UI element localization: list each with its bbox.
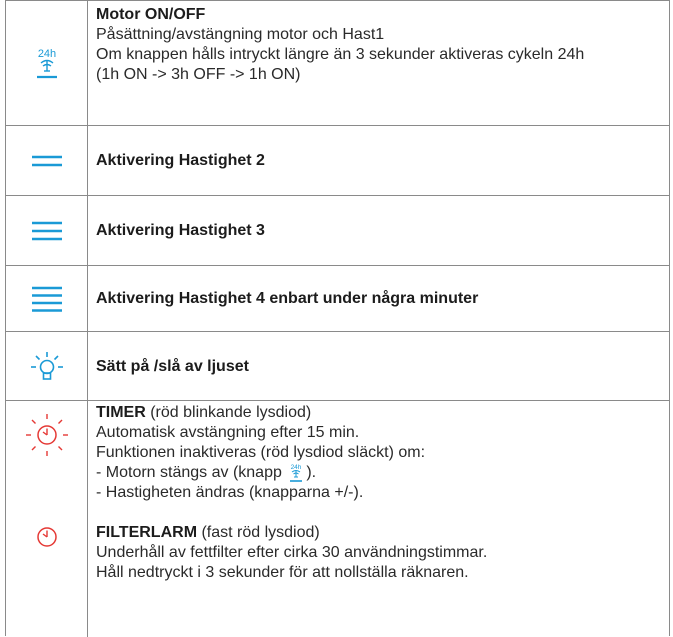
row-title: Aktivering Hastighet 3 bbox=[96, 222, 265, 239]
text-line: Automatisk avstängning efter 15 min. bbox=[96, 424, 360, 441]
table-row-speed-3: Aktivering Hastighet 3 bbox=[6, 195, 669, 266]
timer-heading: TIMER (röd blinkande lysdiod) bbox=[96, 403, 665, 423]
text-line: Håll nedtryckt i 3 sekunder för att noll… bbox=[96, 564, 469, 581]
timer-title: TIMER bbox=[96, 404, 146, 421]
filter-heading: FILTERLARM (fast röd lysdiod) bbox=[96, 523, 665, 543]
row-title: Aktivering Hastighet 4 enbart under någr… bbox=[96, 290, 479, 307]
timer-note: (röd blinkande lysdiod) bbox=[145, 404, 312, 421]
row-title: Aktivering Hastighet 2 bbox=[96, 152, 265, 169]
motor-stop-prefix: - Motorn stängs av (knapp bbox=[96, 464, 287, 481]
filter-note: (fast röd lysdiod) bbox=[197, 524, 320, 541]
text-line: Funktionen inaktiveras (röd lysdiod släc… bbox=[96, 444, 426, 461]
function-table: 24h Motor ON/OFF Påsättning/avstängning … bbox=[5, 0, 670, 637]
column-divider bbox=[87, 1, 88, 126]
table-row-light: Sätt på /slå av ljuset bbox=[6, 331, 669, 401]
timer-steady-icon bbox=[36, 527, 57, 547]
filter-title: FILTERLARM bbox=[96, 524, 198, 541]
row-title: Sätt på /slå av ljuset bbox=[96, 357, 249, 375]
column-divider bbox=[87, 266, 88, 332]
table-row-timer: TIMER (röd blinkande lysdiod) Automatisk… bbox=[6, 400, 669, 637]
text-line: Om knappen hålls intryckt längre än 3 se… bbox=[96, 46, 585, 63]
light-bulb-icon bbox=[6, 332, 87, 401]
table-row-speed-4: Aktivering Hastighet 4 enbart under någr… bbox=[6, 265, 669, 332]
column-divider bbox=[87, 332, 88, 401]
text-line: (1h ON -> 3h OFF -> 1h ON) bbox=[96, 66, 301, 83]
motor-stop-suffix: ). bbox=[306, 464, 317, 481]
text-line: Underhåll av fettfilter efter cirka 30 a… bbox=[96, 544, 488, 561]
text-line: - Hastigheten ändras (knapparna +/-). bbox=[96, 484, 364, 501]
column-divider bbox=[87, 126, 88, 196]
motor-24h-icon: 24h bbox=[6, 1, 87, 126]
text-line: Påsättning/avstängning motor och Hast1 bbox=[96, 26, 385, 43]
motor-24h-icon: 24h bbox=[288, 463, 304, 483]
speed-2-icon bbox=[6, 126, 87, 196]
column-divider bbox=[87, 196, 88, 266]
svg-text:24h: 24h bbox=[37, 48, 55, 60]
svg-text:24h: 24h bbox=[291, 464, 302, 471]
timer-blinking-icon bbox=[25, 414, 68, 456]
motor-description: Motor ON/OFF Påsättning/avstängning moto… bbox=[96, 5, 665, 85]
column-divider bbox=[87, 401, 88, 637]
timer-description: TIMER (röd blinkande lysdiod) Automatisk… bbox=[96, 403, 665, 583]
speed-4-icon bbox=[6, 266, 87, 332]
table-row-motor: 24h Motor ON/OFF Påsättning/avstängning … bbox=[6, 0, 669, 126]
table-row-speed-2: Aktivering Hastighet 2 bbox=[6, 125, 669, 196]
row-title: Motor ON/OFF bbox=[96, 6, 206, 23]
speed-3-icon bbox=[6, 196, 87, 266]
text-line: - Motorn stängs av (knapp 24h). bbox=[96, 463, 665, 483]
